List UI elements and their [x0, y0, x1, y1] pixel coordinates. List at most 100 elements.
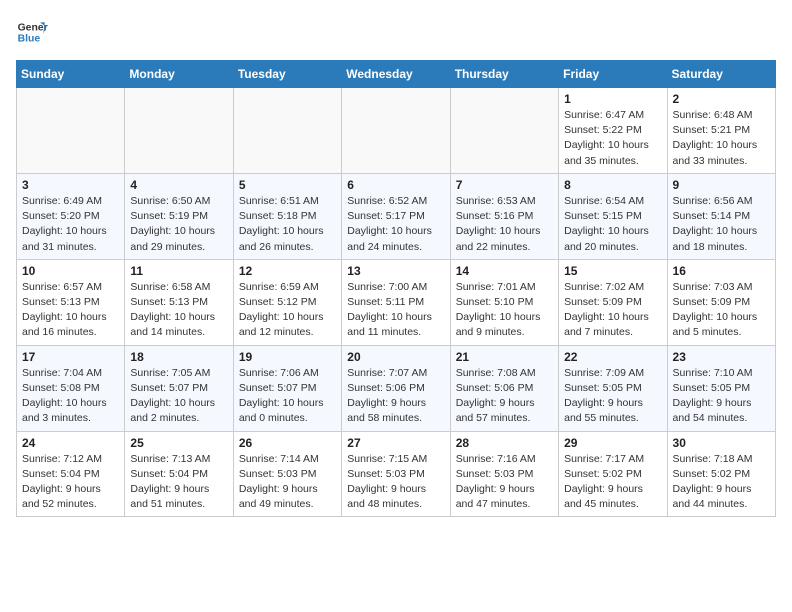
calendar-cell: 7 Sunrise: 6:53 AMSunset: 5:16 PMDaylight… [450, 173, 558, 259]
day-number: 12 [239, 264, 336, 278]
calendar-cell: 28 Sunrise: 7:16 AMSunset: 5:03 PMDayligh… [450, 431, 558, 517]
day-info: Sunrise: 7:08 AMSunset: 5:06 PMDaylight:… [456, 366, 553, 427]
day-number: 18 [130, 350, 227, 364]
day-number: 13 [347, 264, 444, 278]
day-number: 6 [347, 178, 444, 192]
day-info: Sunrise: 6:59 AMSunset: 5:12 PMDaylight:… [239, 280, 336, 341]
day-info: Sunrise: 7:18 AMSunset: 5:02 PMDaylight:… [673, 452, 770, 513]
calendar-cell: 26 Sunrise: 7:14 AMSunset: 5:03 PMDayligh… [233, 431, 341, 517]
day-info: Sunrise: 6:47 AMSunset: 5:22 PMDaylight:… [564, 108, 661, 169]
calendar-body: 1 Sunrise: 6:47 AMSunset: 5:22 PMDaylight… [17, 88, 776, 517]
calendar-cell: 24 Sunrise: 7:12 AMSunset: 5:04 PMDayligh… [17, 431, 125, 517]
day-number: 9 [673, 178, 770, 192]
day-info: Sunrise: 6:56 AMSunset: 5:14 PMDaylight:… [673, 194, 770, 255]
weekday-header: Friday [559, 61, 667, 88]
calendar-table: SundayMondayTuesdayWednesdayThursdayFrid… [16, 60, 776, 517]
calendar-cell: 8 Sunrise: 6:54 AMSunset: 5:15 PMDaylight… [559, 173, 667, 259]
day-number: 22 [564, 350, 661, 364]
calendar-cell: 16 Sunrise: 7:03 AMSunset: 5:09 PMDayligh… [667, 259, 775, 345]
calendar-cell: 10 Sunrise: 6:57 AMSunset: 5:13 PMDayligh… [17, 259, 125, 345]
day-info: Sunrise: 7:09 AMSunset: 5:05 PMDaylight:… [564, 366, 661, 427]
calendar-cell: 13 Sunrise: 7:00 AMSunset: 5:11 PMDayligh… [342, 259, 450, 345]
day-number: 26 [239, 436, 336, 450]
calendar-cell: 14 Sunrise: 7:01 AMSunset: 5:10 PMDayligh… [450, 259, 558, 345]
calendar-cell: 11Sunrise: 6:58 AMSunset: 5:13 PMDayligh… [125, 259, 233, 345]
calendar-cell: 20 Sunrise: 7:07 AMSunset: 5:06 PMDayligh… [342, 345, 450, 431]
day-info: Sunrise: 7:16 AMSunset: 5:03 PMDaylight:… [456, 452, 553, 513]
day-info: Sunrise: 7:06 AMSunset: 5:07 PMDaylight:… [239, 366, 336, 427]
calendar-cell: 9 Sunrise: 6:56 AMSunset: 5:14 PMDaylight… [667, 173, 775, 259]
day-number: 17 [22, 350, 119, 364]
weekday-header: Wednesday [342, 61, 450, 88]
calendar-cell: 4 Sunrise: 6:50 AMSunset: 5:19 PMDaylight… [125, 173, 233, 259]
svg-text:Blue: Blue [18, 34, 41, 45]
calendar-header-row: SundayMondayTuesdayWednesdayThursdayFrid… [17, 61, 776, 88]
day-number: 20 [347, 350, 444, 364]
day-number: 10 [22, 264, 119, 278]
day-info: Sunrise: 7:14 AMSunset: 5:03 PMDaylight:… [239, 452, 336, 513]
day-number: 7 [456, 178, 553, 192]
day-info: Sunrise: 6:58 AMSunset: 5:13 PMDaylight:… [130, 280, 227, 341]
day-number: 8 [564, 178, 661, 192]
calendar-cell: 29 Sunrise: 7:17 AMSunset: 5:02 PMDayligh… [559, 431, 667, 517]
day-info: Sunrise: 6:49 AMSunset: 5:20 PMDaylight:… [22, 194, 119, 255]
day-number: 5 [239, 178, 336, 192]
day-info: Sunrise: 7:03 AMSunset: 5:09 PMDaylight:… [673, 280, 770, 341]
day-number: 16 [673, 264, 770, 278]
day-number: 24 [22, 436, 119, 450]
calendar-cell: 15 Sunrise: 7:02 AMSunset: 5:09 PMDayligh… [559, 259, 667, 345]
day-number: 29 [564, 436, 661, 450]
calendar-cell: 27Sunrise: 7:15 AMSunset: 5:03 PMDayligh… [342, 431, 450, 517]
day-number: 14 [456, 264, 553, 278]
logo: General Blue [16, 16, 48, 48]
calendar-cell: 1 Sunrise: 6:47 AMSunset: 5:22 PMDaylight… [559, 88, 667, 174]
day-number: 25 [130, 436, 227, 450]
weekday-header: Monday [125, 61, 233, 88]
day-number: 30 [673, 436, 770, 450]
calendar-cell: 18 Sunrise: 7:05 AMSunset: 5:07 PMDayligh… [125, 345, 233, 431]
calendar-cell: 3 Sunrise: 6:49 AMSunset: 5:20 PMDaylight… [17, 173, 125, 259]
calendar-cell: 21 Sunrise: 7:08 AMSunset: 5:06 PMDayligh… [450, 345, 558, 431]
calendar-cell: 23Sunrise: 7:10 AMSunset: 5:05 PMDayligh… [667, 345, 775, 431]
calendar-cell [233, 88, 341, 174]
day-info: Sunrise: 7:15 AMSunset: 5:03 PMDaylight:… [347, 452, 444, 513]
day-number: 1 [564, 92, 661, 106]
calendar-cell [125, 88, 233, 174]
day-info: Sunrise: 6:50 AMSunset: 5:19 PMDaylight:… [130, 194, 227, 255]
day-info: Sunrise: 7:10 AMSunset: 5:05 PMDaylight:… [673, 366, 770, 427]
calendar-cell: 6Sunrise: 6:52 AMSunset: 5:17 PMDaylight… [342, 173, 450, 259]
calendar-cell: 30 Sunrise: 7:18 AMSunset: 5:02 PMDayligh… [667, 431, 775, 517]
day-info: Sunrise: 7:02 AMSunset: 5:09 PMDaylight:… [564, 280, 661, 341]
weekday-header: Thursday [450, 61, 558, 88]
weekday-header: Tuesday [233, 61, 341, 88]
day-info: Sunrise: 7:12 AMSunset: 5:04 PMDaylight:… [22, 452, 119, 513]
day-info: Sunrise: 6:51 AMSunset: 5:18 PMDaylight:… [239, 194, 336, 255]
day-info: Sunrise: 7:05 AMSunset: 5:07 PMDaylight:… [130, 366, 227, 427]
day-info: Sunrise: 6:54 AMSunset: 5:15 PMDaylight:… [564, 194, 661, 255]
day-info: Sunrise: 7:00 AMSunset: 5:11 PMDaylight:… [347, 280, 444, 341]
day-info: Sunrise: 7:07 AMSunset: 5:06 PMDaylight:… [347, 366, 444, 427]
calendar-cell: 19Sunrise: 7:06 AMSunset: 5:07 PMDayligh… [233, 345, 341, 431]
day-info: Sunrise: 6:53 AMSunset: 5:16 PMDaylight:… [456, 194, 553, 255]
day-number: 4 [130, 178, 227, 192]
calendar-cell: 25 Sunrise: 7:13 AMSunset: 5:04 PMDayligh… [125, 431, 233, 517]
day-info: Sunrise: 6:48 AMSunset: 5:21 PMDaylight:… [673, 108, 770, 169]
day-info: Sunrise: 7:17 AMSunset: 5:02 PMDaylight:… [564, 452, 661, 513]
day-info: Sunrise: 7:04 AMSunset: 5:08 PMDaylight:… [22, 366, 119, 427]
day-number: 21 [456, 350, 553, 364]
weekday-header: Saturday [667, 61, 775, 88]
calendar-cell: 17 Sunrise: 7:04 AMSunset: 5:08 PMDayligh… [17, 345, 125, 431]
day-number: 2 [673, 92, 770, 106]
calendar-week-row: 17 Sunrise: 7:04 AMSunset: 5:08 PMDayligh… [17, 345, 776, 431]
calendar-week-row: 1 Sunrise: 6:47 AMSunset: 5:22 PMDaylight… [17, 88, 776, 174]
day-number: 15 [564, 264, 661, 278]
day-info: Sunrise: 7:01 AMSunset: 5:10 PMDaylight:… [456, 280, 553, 341]
day-info: Sunrise: 6:57 AMSunset: 5:13 PMDaylight:… [22, 280, 119, 341]
logo-icon: General Blue [16, 16, 48, 48]
day-number: 28 [456, 436, 553, 450]
day-info: Sunrise: 7:13 AMSunset: 5:04 PMDaylight:… [130, 452, 227, 513]
calendar-week-row: 3 Sunrise: 6:49 AMSunset: 5:20 PMDaylight… [17, 173, 776, 259]
calendar-cell: 22 Sunrise: 7:09 AMSunset: 5:05 PMDayligh… [559, 345, 667, 431]
calendar-cell [342, 88, 450, 174]
day-number: 3 [22, 178, 119, 192]
